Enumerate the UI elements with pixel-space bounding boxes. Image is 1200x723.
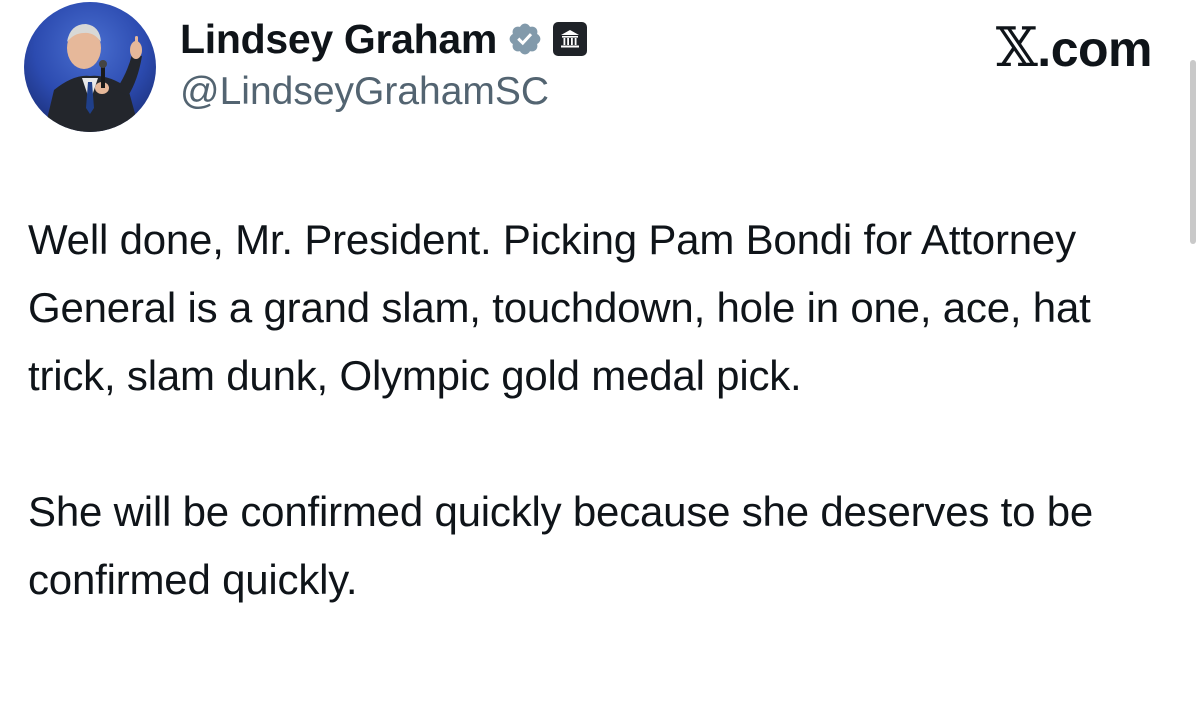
site-label: 𝕏 .com: [995, 16, 1153, 79]
author-name-row: Lindsey Graham: [180, 14, 588, 64]
site-domain-text: .com: [1037, 21, 1152, 77]
scrollbar-thumb[interactable]: [1190, 60, 1196, 244]
author-avatar[interactable]: [24, 2, 156, 132]
avatar-photo: [24, 2, 156, 132]
tweet-paragraph-1: Well done, Mr. President. Picking Pam Bo…: [28, 216, 1091, 399]
author-handle[interactable]: @LindseyGrahamSC: [180, 70, 549, 114]
tweet-card: Lindsey Graham @LindseyGrahamSC 𝕏 .com W…: [0, 0, 1200, 723]
tweet-paragraph-2: She will be confirmed quickly because sh…: [28, 488, 1094, 603]
author-display-name[interactable]: Lindsey Graham: [180, 16, 497, 63]
x-logo-icon: 𝕏: [995, 16, 1038, 79]
tweet-text: Well done, Mr. President. Picking Pam Bo…: [28, 206, 1168, 614]
verified-badge-icon: [507, 21, 543, 57]
government-building-icon: [553, 22, 588, 56]
